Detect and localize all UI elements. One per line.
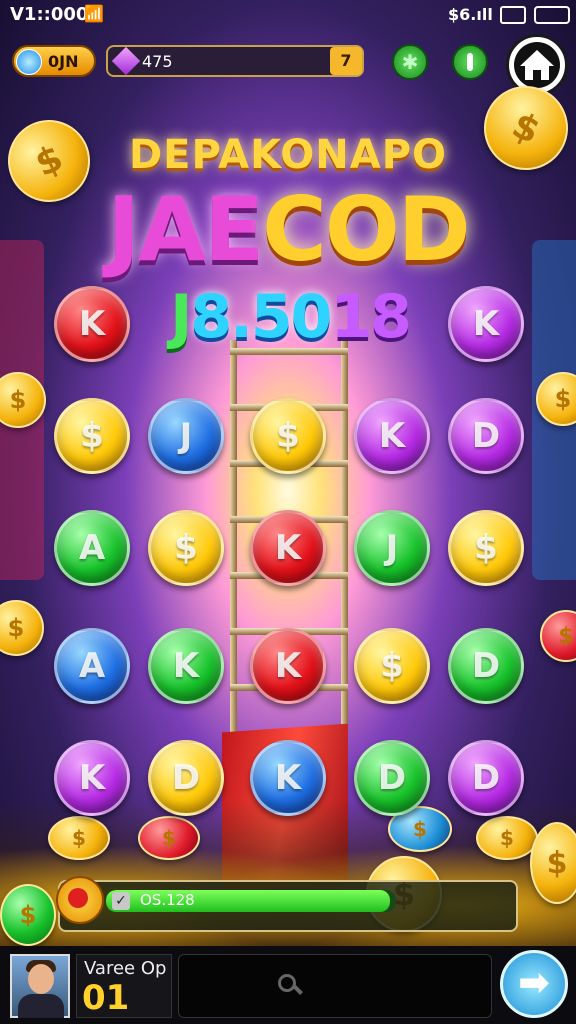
battery-icon — [534, 6, 570, 24]
grid-coin-1-0[interactable]: $ — [54, 398, 130, 474]
avatar[interactable] — [10, 954, 70, 1018]
grid-coin-2-0[interactable]: A — [54, 510, 130, 586]
coin-balance-pill[interactable]: 0JN — [12, 45, 96, 77]
grid-coin-3-1[interactable]: K — [148, 628, 224, 704]
grid-coin-3-2[interactable]: K — [250, 628, 326, 704]
next-arrow-button[interactable]: ➡ — [500, 950, 568, 1018]
pile-coin-icon: $ — [530, 822, 576, 904]
grid-coin-4-3[interactable]: D — [354, 740, 430, 816]
grid-coin-0-0[interactable]: K — [54, 286, 130, 362]
pile-coin-icon: $ — [476, 816, 538, 860]
grid-coin-2-4[interactable]: $ — [448, 510, 524, 586]
search-icon — [278, 974, 296, 992]
grid-coin-1-4[interactable]: D — [448, 398, 524, 474]
settings-gear-button[interactable]: ✱ — [392, 44, 428, 80]
gem-value: 475 — [142, 52, 173, 71]
checkbox-icon: ✓ — [112, 892, 130, 910]
progress-panel: ✓ OS.128 — [56, 876, 518, 932]
gem-icon — [111, 46, 141, 76]
grid-coin-4-1[interactable]: D — [148, 740, 224, 816]
jackpot-amount: J8.5018 — [150, 282, 430, 352]
progress-label: OS.128 — [140, 891, 195, 909]
grid-coin-4-4[interactable]: D — [448, 740, 524, 816]
network-indicator: $6.ıll — [448, 5, 493, 24]
power-toggle-button[interactable] — [452, 44, 488, 80]
floating-coin-icon: $ — [470, 72, 576, 184]
player-name: Varee Op — [84, 958, 167, 979]
grid-coin-3-3[interactable]: $ — [354, 628, 430, 704]
grid-coin-2-2[interactable]: K — [250, 510, 326, 586]
signal-box-icon — [500, 6, 526, 24]
coin-icon — [16, 49, 42, 75]
search-field[interactable] — [178, 954, 492, 1018]
game-title-part-a: JAE — [107, 178, 264, 281]
toggle-bar-icon — [467, 53, 473, 71]
player-level: 01 — [82, 978, 130, 1018]
grid-coin-1-3[interactable]: K — [354, 398, 430, 474]
grid-coin-2-1[interactable]: $ — [148, 510, 224, 586]
grid-coin-3-4[interactable]: D — [448, 628, 524, 704]
pile-coin-icon: $ — [0, 884, 56, 946]
grid-coin-4-0[interactable]: K — [54, 740, 130, 816]
grid-coin-3-0[interactable]: A — [54, 628, 130, 704]
grid-coin-1-1[interactable]: J — [148, 398, 224, 474]
floating-coin-icon: $ — [0, 600, 44, 656]
gem-count-badge: 7 — [330, 47, 362, 75]
game-subtitle: DEPAKONAPO — [128, 132, 448, 178]
grid-coin-2-3[interactable]: J — [354, 510, 430, 586]
gem-balance-bar[interactable]: 475 7 — [106, 45, 364, 77]
status-bar: V1::000 📶 $6.ıll — [0, 0, 576, 28]
jackpot-part-c: 18 — [330, 282, 411, 352]
status-time: V1::000 — [10, 4, 89, 25]
coin-balance-label: 0JN — [48, 52, 79, 71]
grid-coin-0-4[interactable]: K — [448, 286, 524, 362]
grid-coin-1-2[interactable]: $ — [250, 398, 326, 474]
wifi-icon: 📶 — [84, 4, 104, 23]
grid-coin-4-2[interactable]: K — [250, 740, 326, 816]
pile-coin-icon: $ — [138, 816, 200, 860]
game-title: JAECOD — [80, 178, 496, 281]
floating-coin-icon: $ — [540, 610, 576, 662]
jackpot-part-a: J — [170, 282, 192, 352]
home-icon — [520, 50, 554, 80]
game-title-part-b: COD — [262, 178, 470, 281]
jackpot-part-b: 8.50 — [190, 282, 332, 352]
progress-badge-icon — [56, 876, 104, 924]
pile-coin-icon: $ — [48, 816, 110, 860]
